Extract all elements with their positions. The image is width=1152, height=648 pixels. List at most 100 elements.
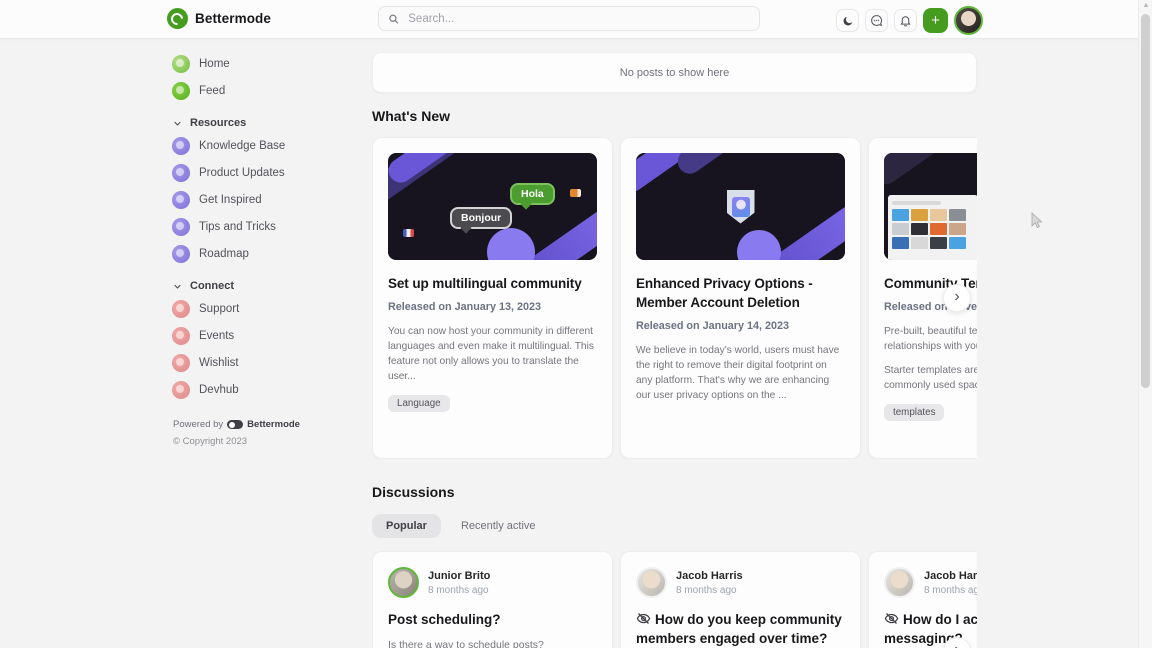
empty-posts-banner: No posts to show here: [372, 52, 977, 93]
tag-pill[interactable]: Language: [388, 395, 450, 412]
sidebar-item-label: Get Inspired: [199, 193, 262, 206]
art-shape: [737, 230, 781, 260]
card-excerpt-paragraph: Starter templates are included for creat…: [884, 365, 977, 391]
sidebar-item-label: Devhub: [199, 383, 239, 396]
post-header: Jacob Harris 8 months ago: [636, 567, 845, 598]
search-bar[interactable]: [378, 6, 760, 31]
tag-pill[interactable]: templates: [884, 404, 945, 421]
whats-new-carousel: Bonjour Hola Set up multilingual communit…: [372, 137, 977, 459]
card-cover-image: [884, 153, 977, 260]
feed-icon: [172, 81, 190, 100]
sidebar-item-feed[interactable]: Feed: [160, 77, 372, 104]
card-excerpt-paragraph: Pre-built, beautiful templates build rel…: [884, 326, 977, 352]
card-excerpt: We believe in today's world, users must …: [636, 343, 845, 403]
create-post-button[interactable]: +: [923, 8, 948, 33]
copyright-text: © Copyright 2023: [173, 436, 248, 447]
sidebar-item-home[interactable]: Home: [160, 50, 372, 77]
card-release-date: Released on January 14, 2023: [636, 320, 790, 332]
sidebar-item-events[interactable]: Events: [160, 322, 372, 349]
sidebar-section-resources[interactable]: Resources: [160, 117, 372, 129]
sidebar-item-label: Feed: [199, 84, 226, 97]
get-inspired-icon: [172, 190, 190, 209]
powered-by-link[interactable]: Powered by Bettermode: [173, 419, 372, 430]
discussions-tabs: Popular Recently active: [372, 513, 977, 538]
discussion-card[interactable]: Jacob Harris 8 months ago How do I activ…: [868, 551, 977, 648]
post-timestamp: 8 months ago: [676, 584, 737, 596]
post-title: How do you keep community members engage…: [636, 610, 845, 648]
art-shape: [487, 228, 535, 260]
sidebar-section-label: Resources: [190, 117, 247, 129]
dark-mode-button[interactable]: [836, 9, 859, 32]
sidebar-item-devhub[interactable]: Devhub: [160, 376, 372, 403]
search-icon: [389, 14, 399, 24]
card-cover-image: [636, 153, 845, 260]
wishlist-icon: [172, 353, 190, 372]
notifications-button[interactable]: [894, 9, 917, 32]
sidebar-item-product-updates[interactable]: Product Updates: [160, 159, 372, 186]
cursor-arrow-icon: [1031, 212, 1043, 229]
author-avatar[interactable]: [636, 567, 667, 598]
chevron-down-icon: [173, 282, 182, 291]
card-excerpt: You can now host your community in diffe…: [388, 324, 597, 384]
discussion-card[interactable]: Jacob Harris 8 months ago How do you kee…: [620, 551, 861, 648]
powered-by-label: Powered by: [173, 419, 224, 430]
messages-button[interactable]: [865, 9, 888, 32]
sidebar-item-label: Product Updates: [199, 166, 285, 179]
tab-popular[interactable]: Popular: [372, 513, 441, 538]
art-shape: [673, 153, 777, 179]
card-tags: templates: [884, 402, 977, 421]
card-title: Enhanced Privacy Options - Member Accoun…: [636, 276, 813, 310]
main-content: No posts to show here What's New Bonjour…: [372, 38, 977, 648]
card-excerpt: Pre-built, beautiful templates build rel…: [884, 324, 977, 393]
carousel-next-button[interactable]: ›: [943, 284, 971, 312]
hidden-post-icon: [884, 613, 899, 624]
post-title-text: Post scheduling?: [388, 612, 501, 627]
post-header: Jacob Harris 8 months ago: [884, 567, 977, 598]
card-title: Set up multilingual community: [388, 276, 582, 291]
sidebar-item-roadmap[interactable]: Roadmap: [160, 240, 372, 267]
author-avatar[interactable]: [884, 567, 915, 598]
tab-recently-active[interactable]: Recently active: [461, 520, 536, 532]
sidebar-item-tips-and-tricks[interactable]: Tips and Tricks: [160, 213, 372, 240]
author-name: Jacob Harris: [676, 569, 743, 582]
card-tags: Language: [388, 393, 597, 412]
post-timestamp: 8 months ago: [428, 584, 489, 596]
chevron-right-icon: ›: [954, 642, 959, 648]
whats-new-card[interactable]: Enhanced Privacy Options - Member Accoun…: [620, 137, 861, 459]
discussion-card[interactable]: Junior Brito 8 months ago Post schedulin…: [372, 551, 613, 648]
scrollbar-thumb[interactable]: [1141, 14, 1150, 388]
whats-new-card[interactable]: Bonjour Hola Set up multilingual communit…: [372, 137, 613, 459]
discussions-heading: Discussions: [372, 484, 455, 500]
moon-icon: [843, 16, 852, 25]
sidebar-item-knowledge-base[interactable]: Knowledge Base: [160, 132, 372, 159]
header-actions: +: [836, 6, 983, 35]
sidebar-section-connect[interactable]: Connect: [160, 280, 372, 292]
post-excerpt: Is there a way to schedule posts?: [388, 639, 544, 648]
sidebar-item-support[interactable]: Support: [160, 295, 372, 322]
sidebar-item-label: Events: [199, 329, 235, 342]
sidebar-item-label: Wishlist: [199, 356, 239, 369]
page-scrollbar[interactable]: ▲: [1138, 0, 1152, 648]
sidebar-item-label: Roadmap: [199, 247, 249, 260]
scrollbar-up-arrow[interactable]: ▲: [1139, 1, 1152, 11]
discussions-carousel: Junior Brito 8 months ago Post schedulin…: [372, 551, 977, 648]
author-avatar[interactable]: [388, 567, 419, 598]
sidebar-item-label: Home: [199, 57, 230, 70]
brand-home-link[interactable]: Bettermode: [167, 8, 271, 29]
empty-posts-message: No posts to show here: [619, 66, 730, 79]
author-name: Jacob Harris: [924, 569, 977, 582]
hidden-post-icon: [636, 613, 651, 624]
sidebar-footer: Powered by Bettermode © Copyright 2023: [160, 419, 372, 447]
events-icon: [172, 326, 190, 345]
sidebar-item-wishlist[interactable]: Wishlist: [160, 349, 372, 376]
sidebar-item-label: Knowledge Base: [199, 139, 286, 152]
chat-bubble-icon: [871, 15, 883, 27]
user-avatar[interactable]: [954, 6, 983, 35]
french-flag-icon: [403, 229, 414, 237]
card-excerpt-paragraph: We believe in today's world, users must …: [636, 345, 840, 401]
search-input[interactable]: [406, 11, 750, 26]
art-shape: [884, 153, 956, 190]
sidebar-item-get-inspired[interactable]: Get Inspired: [160, 186, 372, 213]
brand-name: Bettermode: [195, 11, 272, 26]
card-release-date: Released on January 13, 2023: [388, 301, 542, 313]
